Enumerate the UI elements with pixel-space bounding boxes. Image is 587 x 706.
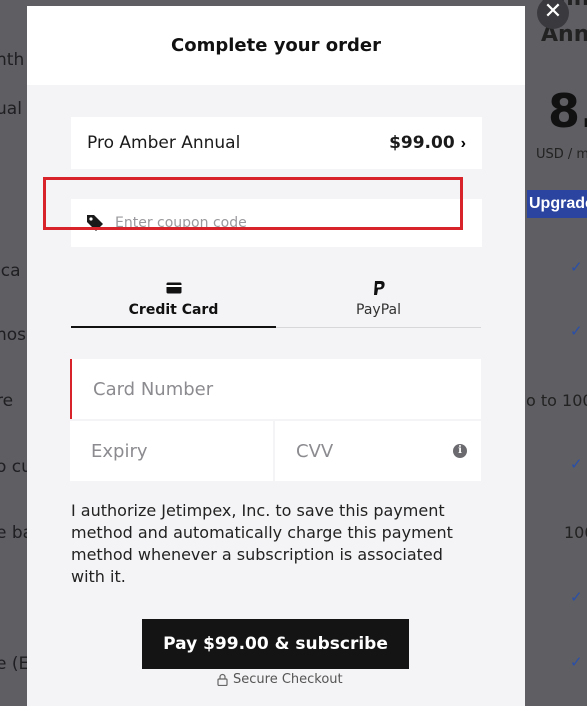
bg-check-icon: ✓: [570, 654, 583, 671]
secure-checkout-note: Secure Checkout: [217, 672, 343, 687]
bg-left-text: ual: [0, 99, 22, 119]
bg-left-text: re: [0, 391, 14, 411]
bg-left-text: nos: [0, 325, 27, 345]
bg-price-figure: 8.: [548, 84, 587, 138]
bg-check-icon: ✓: [570, 456, 583, 473]
modal-title: Complete your order: [171, 35, 381, 56]
bg-left-text: e (E: [0, 654, 30, 674]
plan-price-group: $99.00 ›: [389, 133, 466, 153]
plan-selector[interactable]: Pro Amber Annual $99.00 ›: [71, 117, 482, 169]
checkout-modal: Complete your order ✕ Pro Amber Annual $…: [27, 0, 569, 706]
chevron-right-icon: ›: [460, 135, 466, 152]
plan-name: Pro Amber Annual: [87, 133, 241, 153]
bg-currency-unit: USD / m: [536, 147, 587, 162]
secure-checkout-label: Secure Checkout: [233, 672, 343, 687]
cvv-input[interactable]: [294, 439, 453, 463]
bg-upgrade-button: Upgrade: [527, 190, 587, 218]
credit-card-icon: [166, 282, 181, 294]
paypal-icon: [373, 281, 385, 295]
bg-text-range: o to 1000: [526, 391, 587, 410]
lock-icon: [217, 673, 228, 686]
card-number-input[interactable]: [91, 377, 481, 401]
info-icon[interactable]: i: [453, 444, 467, 458]
expiry-field[interactable]: [70, 421, 273, 481]
bg-check-icon: ✓: [570, 589, 583, 606]
tab-paypal[interactable]: PayPal: [276, 278, 481, 328]
modal-header: Complete your order: [27, 6, 525, 85]
bg-text-100: 100: [564, 523, 587, 542]
pay-subscribe-button[interactable]: Pay $99.00 & subscribe: [142, 619, 409, 669]
plan-price: $99.00: [389, 133, 455, 153]
authorization-text: I authorize Jetimpex, Inc. to save this …: [71, 501, 453, 586]
bg-left-text: ica: [0, 261, 21, 281]
bg-check-icon: ✓: [570, 323, 583, 340]
cvv-field[interactable]: i: [275, 421, 481, 481]
bg-left-text: nth: [0, 50, 25, 70]
tab-paypal-label: PayPal: [356, 302, 401, 318]
payment-method-tabs: Credit Card PayPal: [71, 278, 481, 328]
close-icon: ✕: [543, 0, 563, 24]
bg-check-icon: ✓: [570, 259, 583, 276]
coupon-highlight-box: [43, 177, 463, 230]
expiry-input[interactable]: [89, 439, 273, 463]
tab-credit-card-label: Credit Card: [128, 302, 219, 318]
card-number-field[interactable]: [70, 359, 481, 419]
tab-credit-card[interactable]: Credit Card: [71, 278, 276, 328]
